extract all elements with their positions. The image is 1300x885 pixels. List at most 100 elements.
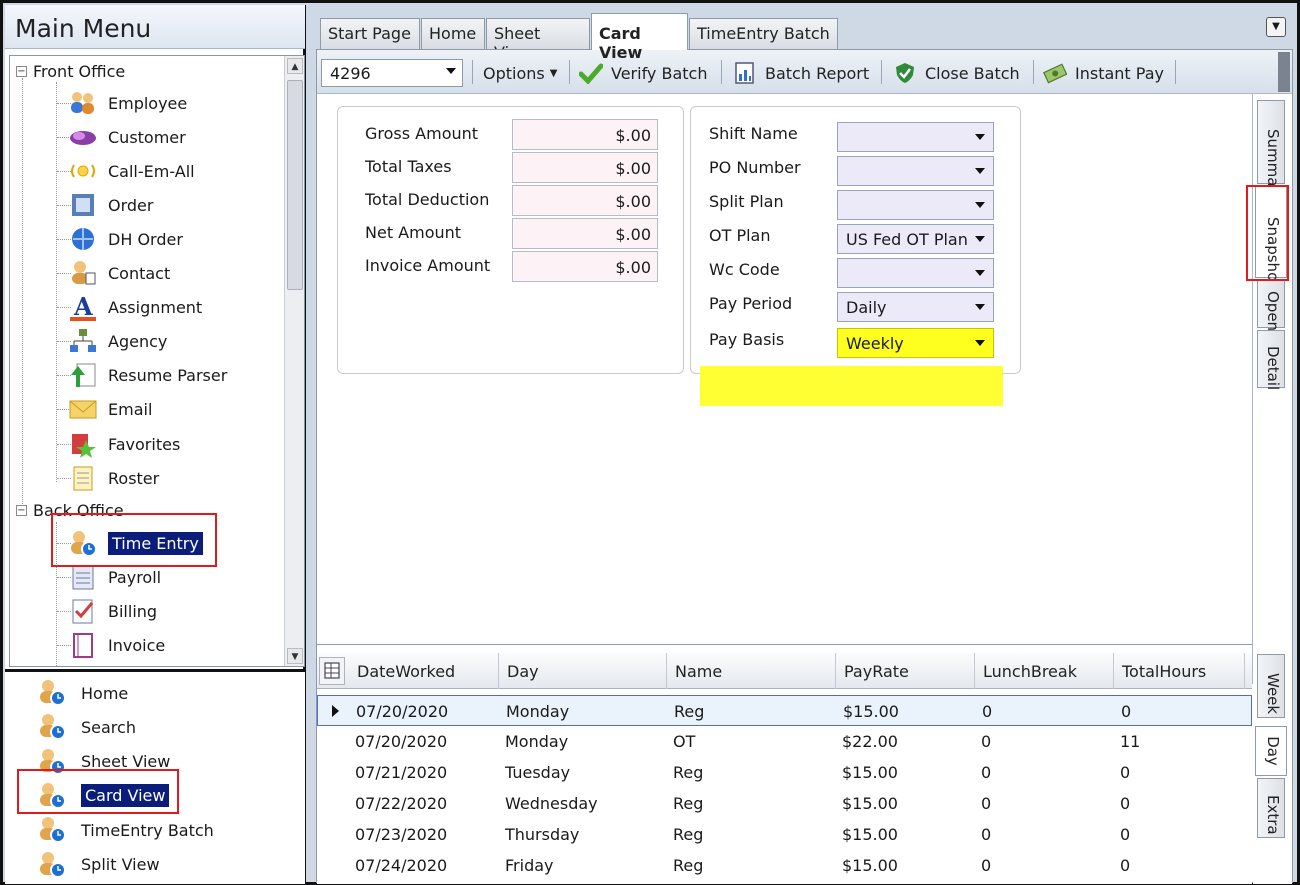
- column-chooser-icon[interactable]: [319, 657, 345, 685]
- side-tab-open[interactable]: Open: [1257, 280, 1285, 332]
- column-header-totalhours[interactable]: TotalHours: [1114, 653, 1245, 689]
- tree-item-order[interactable]: Order: [57, 190, 153, 220]
- tree-connector: [56, 82, 57, 482]
- options-menu-button[interactable]: Options ▼: [483, 60, 557, 86]
- chevron-down-icon: [975, 168, 985, 174]
- tree-item-roster[interactable]: Roster: [57, 463, 159, 493]
- table-cell: 07/24/2020: [355, 856, 448, 875]
- money-icon: [1043, 62, 1068, 84]
- side-tab-detail[interactable]: Detail: [1257, 330, 1285, 391]
- tree-item-call-em-all[interactable]: Call-Em-All: [57, 156, 195, 186]
- tab-sheet-view[interactable]: Sheet View: [486, 18, 590, 62]
- tree-item-email[interactable]: Email: [57, 394, 152, 424]
- table-row[interactable]: 07/20/2020 Monday OT $22.00 0 11: [317, 726, 1252, 757]
- tree-scrollbar[interactable]: ▲ ▼: [284, 56, 304, 666]
- tree-item-contact[interactable]: Contact: [57, 258, 170, 288]
- side-tab-extra[interactable]: Extra: [1257, 778, 1285, 838]
- table-cell: 07/20/2020: [356, 702, 449, 721]
- annotation-box-snapshot: [1246, 185, 1289, 281]
- time-entry-icon: [37, 678, 71, 708]
- tree-item-assignment[interactable]: A Assignment: [57, 292, 202, 322]
- pay-period-select[interactable]: Daily: [837, 292, 994, 322]
- scroll-down-icon[interactable]: ▼: [287, 648, 303, 664]
- contact-icon: [68, 259, 98, 287]
- pay-period-value: Daily: [846, 298, 887, 317]
- verify-batch-button[interactable]: Verify Batch: [578, 60, 707, 86]
- batch-report-button[interactable]: Batch Report: [733, 60, 869, 86]
- side-tab-week[interactable]: Week: [1257, 654, 1285, 718]
- side-tab-label: Detail: [1264, 346, 1282, 391]
- checkmark-icon: [578, 62, 604, 85]
- wc-code-select[interactable]: [837, 258, 994, 288]
- amount-value: $.00: [512, 152, 658, 183]
- tree-item-label: Billing: [108, 601, 158, 621]
- side-tab-day[interactable]: Day: [1255, 726, 1287, 776]
- view-item-search[interactable]: Search: [37, 712, 136, 742]
- side-tabs-bottom: Week Day Extra: [1253, 644, 1292, 884]
- po-number-select[interactable]: [837, 156, 994, 186]
- collapse-icon[interactable]: −: [16, 504, 27, 516]
- tab-list-dropdown-icon[interactable]: ▼: [1266, 17, 1286, 37]
- collapse-icon[interactable]: −: [16, 65, 27, 77]
- tree-item-customer[interactable]: Customer: [57, 122, 186, 152]
- shift-name-select[interactable]: [837, 122, 994, 152]
- group-front-office[interactable]: − Front Office: [16, 60, 125, 82]
- amount-label: Total Deduction: [365, 190, 490, 209]
- pay-period-label: Pay Period: [709, 294, 793, 313]
- payroll-icon: [68, 563, 98, 591]
- tab-start-page[interactable]: Start Page: [320, 18, 420, 49]
- view-item-split-view[interactable]: Split View: [37, 850, 160, 880]
- tree-item-invoice[interactable]: Invoice: [57, 630, 165, 660]
- scroll-up-icon[interactable]: ▲: [287, 58, 303, 74]
- table-cell: Wednesday: [505, 794, 598, 813]
- column-header-dateworked[interactable]: DateWorked: [349, 653, 499, 689]
- instant-pay-button[interactable]: Instant Pay: [1043, 60, 1164, 86]
- column-header-day[interactable]: Day: [499, 653, 667, 689]
- tab-home[interactable]: Home: [421, 18, 485, 49]
- amount-label: Gross Amount: [365, 124, 479, 143]
- side-tab-label: Open: [1264, 291, 1282, 332]
- tree-item-agency[interactable]: Agency: [57, 326, 168, 356]
- table-cell: Reg: [673, 794, 704, 813]
- table-row[interactable]: 07/22/2020 Wednesday Reg $15.00 0 0: [317, 788, 1252, 819]
- table-row[interactable]: 07/23/2020 Thursday Reg $15.00 0 0: [317, 819, 1252, 850]
- toolbar-overflow-grip[interactable]: [1278, 52, 1290, 92]
- split-plan-select[interactable]: [837, 190, 994, 220]
- tree-item-favorites[interactable]: Favorites: [57, 429, 181, 459]
- batch-select[interactable]: 4296: [321, 59, 463, 87]
- time-entry-grid: DateWorked Day Name PayRate LunchBreak TotalH…: [317, 644, 1252, 884]
- table-cell: 11: [1120, 732, 1141, 751]
- column-header-name[interactable]: Name: [667, 653, 836, 689]
- table-row[interactable]: 07/20/2020 Monday Reg $15.00 0 0: [317, 695, 1252, 726]
- tree-item-resume-parser[interactable]: Resume Parser: [57, 360, 227, 390]
- table-row[interactable]: 07/24/2020 Friday Reg $15.00 0 0: [317, 850, 1252, 881]
- table-row[interactable]: 07/21/2020 Tuesday Reg $15.00 0 0: [317, 757, 1252, 788]
- scroll-thumb[interactable]: [287, 80, 303, 290]
- tree-item-label: Favorites: [108, 434, 181, 454]
- ot-plan-select[interactable]: US Fed OT Plan: [837, 224, 994, 254]
- ot-plan-label: OT Plan: [709, 226, 771, 245]
- column-header-lunchbreak[interactable]: LunchBreak: [975, 653, 1114, 689]
- side-tab-summary[interactable]: Summary: [1257, 100, 1285, 202]
- tree-item-employee[interactable]: Employee: [57, 88, 187, 118]
- table-cell: 07/21/2020: [355, 763, 448, 782]
- main-menu-title: Main Menu: [5, 5, 305, 49]
- chevron-down-icon: [975, 236, 985, 242]
- tree-item-billing[interactable]: Billing: [57, 596, 158, 626]
- annotation-box-time-entry: [51, 513, 217, 567]
- column-header-payrate[interactable]: PayRate: [836, 653, 975, 689]
- table-cell: Friday: [505, 856, 554, 875]
- tab-timeentry-batch[interactable]: TimeEntry Batch: [689, 18, 838, 49]
- pay-basis-select[interactable]: Weekly: [837, 328, 994, 358]
- amount-value: $.00: [512, 251, 658, 282]
- tree-item-label: Agency: [108, 331, 168, 351]
- close-batch-button[interactable]: Close Batch: [893, 60, 1020, 86]
- tree-item-dh-order[interactable]: DH Order: [57, 224, 183, 254]
- view-item-timeentry-batch[interactable]: TimeEntry Batch: [37, 815, 214, 845]
- table-cell: 0: [981, 794, 992, 813]
- dh-order-icon: [68, 225, 98, 253]
- chevron-down-icon: [975, 304, 985, 310]
- view-item-home[interactable]: Home: [37, 678, 128, 708]
- table-cell: Reg: [673, 856, 704, 875]
- tab-card-view[interactable]: Card View: [591, 13, 688, 62]
